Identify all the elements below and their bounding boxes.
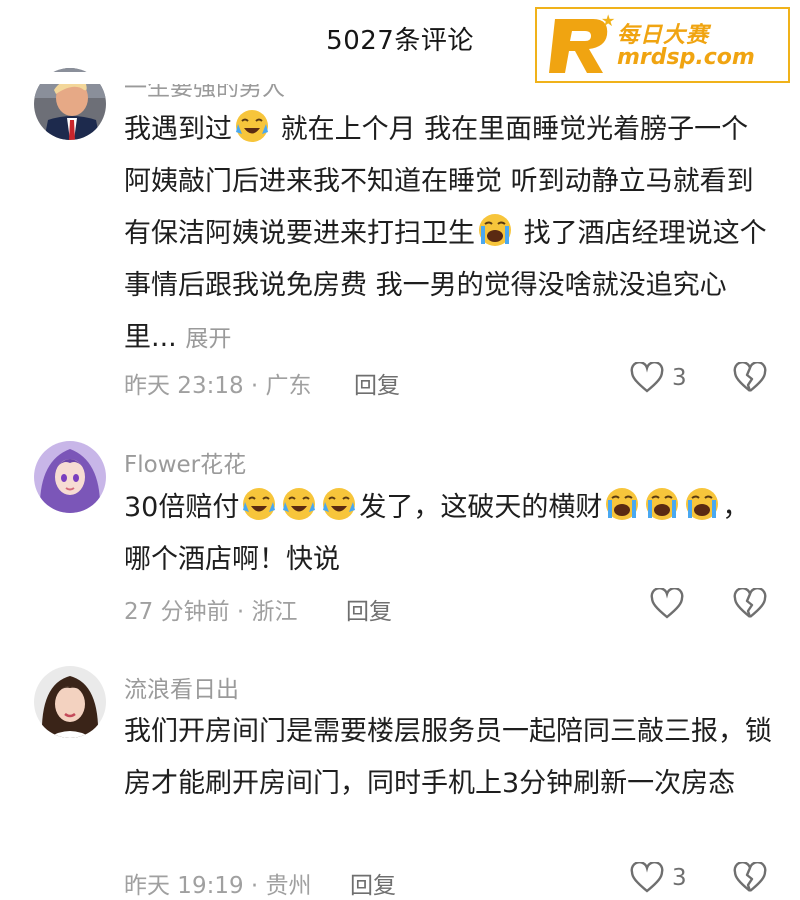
reply-button[interactable]: 回复 bbox=[346, 592, 392, 626]
expand-link[interactable]: 展开 bbox=[185, 326, 231, 352]
dislike-button[interactable] bbox=[733, 861, 767, 898]
comment-time-location: 27 分钟前 · 浙江 bbox=[124, 599, 298, 625]
like-count: 3 bbox=[672, 365, 687, 391]
crying-face-emoji-icon bbox=[479, 214, 511, 246]
broken-heart-icon bbox=[733, 861, 767, 892]
crying-laughing-emoji-icon bbox=[323, 488, 356, 520]
like-button[interactable]: 3 bbox=[630, 362, 687, 394]
comment-text: 我们开房间门是需要楼层服务员一起陪同三敲三报，锁房才能刷开房间门，同时手机上3分… bbox=[124, 716, 772, 799]
heart-icon bbox=[630, 362, 664, 393]
crying-laughing-emoji-icon bbox=[243, 488, 276, 520]
like-count: 3 bbox=[672, 865, 687, 891]
crying-laughing-emoji-icon bbox=[236, 110, 268, 142]
crying-face-emoji-icon bbox=[606, 488, 639, 520]
watermark-logo: ★ 每日大赛 mrdsp.com bbox=[535, 7, 790, 83]
username[interactable]: 流浪看日出 bbox=[124, 670, 239, 704]
dislike-button[interactable] bbox=[733, 361, 767, 398]
watermark-url: mrdsp.com bbox=[617, 45, 755, 70]
like-button[interactable] bbox=[650, 588, 684, 620]
star-icon: ★ bbox=[601, 11, 616, 30]
comment-time-location: 昨天 19:19 · 贵州 bbox=[124, 873, 312, 899]
comment-time-location: 昨天 23:18 · 广东 bbox=[124, 373, 312, 399]
username[interactable]: Flower花花 bbox=[124, 445, 246, 479]
comment-text: 我遇到过 就在上个月 我在里面睡觉光着膀子一个阿姨敲门后进来我不知道在睡觉 听到… bbox=[124, 104, 774, 365]
avatar[interactable] bbox=[34, 441, 106, 513]
crying-face-emoji-icon bbox=[686, 488, 719, 520]
dislike-button[interactable] bbox=[733, 587, 767, 624]
crying-face-emoji-icon bbox=[646, 488, 679, 520]
avatar[interactable] bbox=[34, 666, 106, 738]
heart-icon bbox=[630, 862, 664, 893]
broken-heart-icon bbox=[733, 361, 767, 392]
reply-button[interactable]: 回复 bbox=[350, 866, 396, 900]
comment-text: 30倍赔付 发了，这破天的横财 ，哪个酒店啊！快说 bbox=[124, 482, 774, 586]
heart-icon bbox=[650, 588, 684, 619]
crying-laughing-emoji-icon bbox=[283, 488, 316, 520]
reply-button[interactable]: 回复 bbox=[354, 366, 400, 400]
like-button[interactable]: 3 bbox=[630, 862, 687, 894]
broken-heart-icon bbox=[733, 587, 767, 618]
